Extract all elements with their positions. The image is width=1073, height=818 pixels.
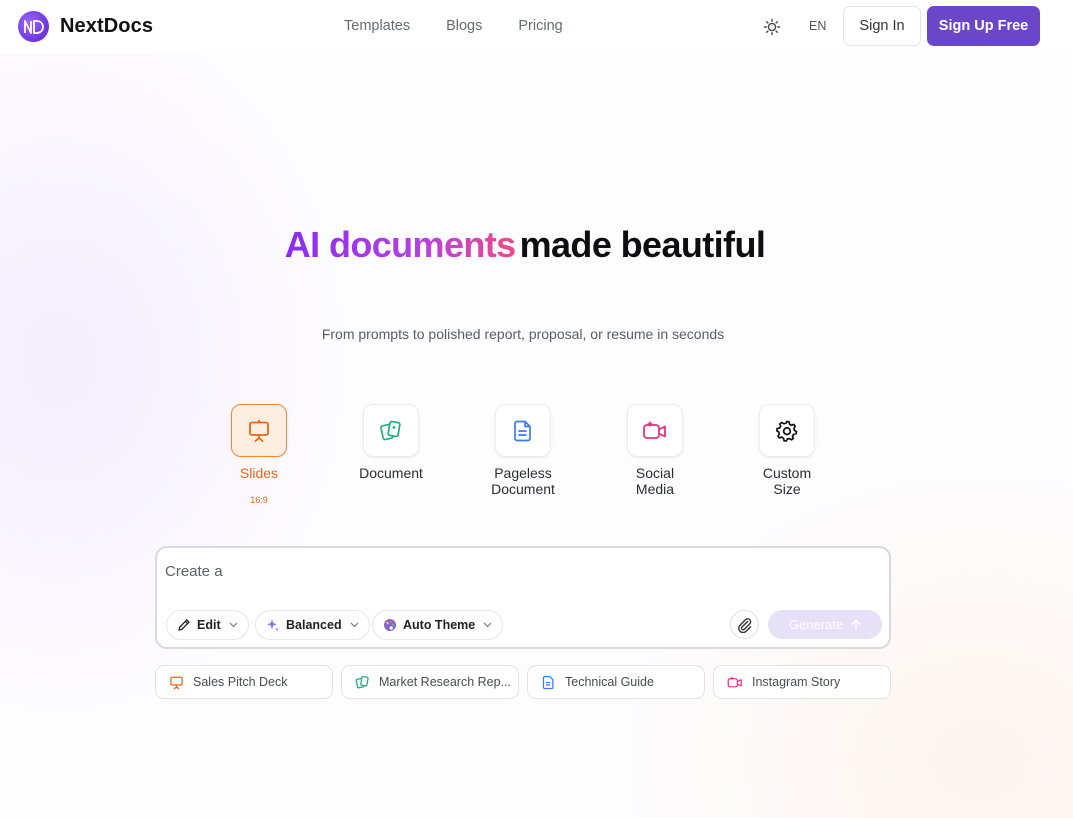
suggestion-label: Market Research Rep... [379, 675, 511, 689]
title-rest: made beautiful [519, 224, 766, 265]
format-pageless-document[interactable]: Pageless Document [478, 404, 568, 497]
suggestion-label: Technical Guide [565, 675, 654, 689]
format-label: Slides [239, 465, 279, 481]
format-label: Social Media [610, 465, 700, 497]
format-label: Pageless Document [478, 465, 568, 497]
format-tile [495, 404, 551, 457]
quality-dropdown[interactable]: Balanced [255, 610, 370, 640]
chevron-down-icon [350, 622, 359, 628]
presentation-icon [169, 675, 184, 690]
document-cards-icon [380, 420, 401, 440]
format-label-line-1: Social [635, 465, 675, 481]
prompt-input[interactable] [165, 558, 865, 584]
chip-label: Auto Theme [403, 618, 476, 632]
format-tile [363, 404, 419, 457]
format-label-line-2: Size [773, 481, 801, 497]
suggestion-market-research[interactable]: Market Research Rep... [341, 665, 519, 699]
video-sparkle-icon [727, 675, 743, 690]
format-custom-size[interactable]: Custom Size [742, 404, 832, 497]
language-switch[interactable]: EN [809, 19, 826, 33]
suggestion-label: Instagram Story [752, 675, 841, 689]
prompt-box: Edit Balanced Auto Theme Generate [155, 546, 891, 649]
chevron-down-icon [483, 622, 492, 628]
format-label: Document [359, 465, 423, 481]
chip-label: Edit [197, 618, 221, 632]
sign-up-button[interactable]: Sign Up Free [927, 6, 1040, 46]
format-label: Custom Size [742, 465, 832, 497]
format-slides[interactable]: Slides 16:9 [214, 404, 304, 505]
page-title: AI documents made beautiful [0, 224, 1050, 266]
format-ratio: 16:9 [250, 495, 268, 505]
format-document[interactable]: Document [346, 404, 436, 481]
format-tile [231, 404, 287, 457]
theme-dropdown[interactable]: Auto Theme [372, 610, 504, 640]
page-subtitle: From prompts to polished report, proposa… [321, 326, 725, 342]
edit-mode-dropdown[interactable]: Edit [166, 610, 249, 640]
suggestion-sales-pitch-deck[interactable]: Sales Pitch Deck [155, 665, 333, 699]
format-tile [759, 404, 815, 457]
attach-button[interactable] [730, 610, 759, 639]
logo[interactable]: NextDocs [18, 11, 153, 42]
sun-icon[interactable] [762, 17, 782, 37]
nav-templates[interactable]: Templates [344, 18, 410, 34]
sign-in-button[interactable]: Sign In [843, 6, 921, 46]
format-label-line-2: Media [635, 481, 675, 497]
nav-pricing[interactable]: Pricing [518, 18, 562, 34]
gear-icon [775, 420, 798, 442]
brand-name: NextDocs [60, 15, 154, 37]
nav-blogs[interactable]: Blogs [446, 18, 482, 34]
arrow-up-icon [851, 619, 861, 630]
generate-label: Generate [788, 617, 844, 632]
suggestion-technical-guide[interactable]: Technical Guide [527, 665, 705, 699]
file-text-icon [541, 675, 556, 690]
document-cards-icon [355, 675, 370, 690]
format-tile [627, 404, 683, 457]
suggestion-instagram-story[interactable]: Instagram Story [713, 665, 891, 699]
generate-button[interactable]: Generate [768, 610, 882, 639]
pencil-icon [177, 618, 191, 632]
format-label-line-1: Custom [762, 465, 812, 481]
video-sparkle-icon [643, 420, 666, 439]
chevron-down-icon [229, 622, 238, 628]
logo-nd-glyph [23, 19, 44, 34]
paperclip-icon [737, 617, 751, 633]
file-text-icon [514, 420, 531, 441]
logo-mark [18, 11, 49, 42]
title-highlight: AI documents [284, 224, 516, 265]
presentation-icon [249, 419, 269, 442]
palette-icon [383, 618, 397, 632]
suggestion-label: Sales Pitch Deck [193, 675, 288, 689]
chip-label: Balanced [286, 618, 342, 632]
sparkle-icon [266, 618, 280, 632]
format-label-line-2: Document [491, 481, 555, 497]
main-nav: Templates Blogs Pricing [344, 18, 599, 34]
top-navbar: NextDocs Templates Blogs Pricing EN Sign… [0, 0, 1073, 54]
format-label-line-1: Pageless [494, 465, 552, 481]
format-social-media[interactable]: Social Media [610, 404, 700, 497]
